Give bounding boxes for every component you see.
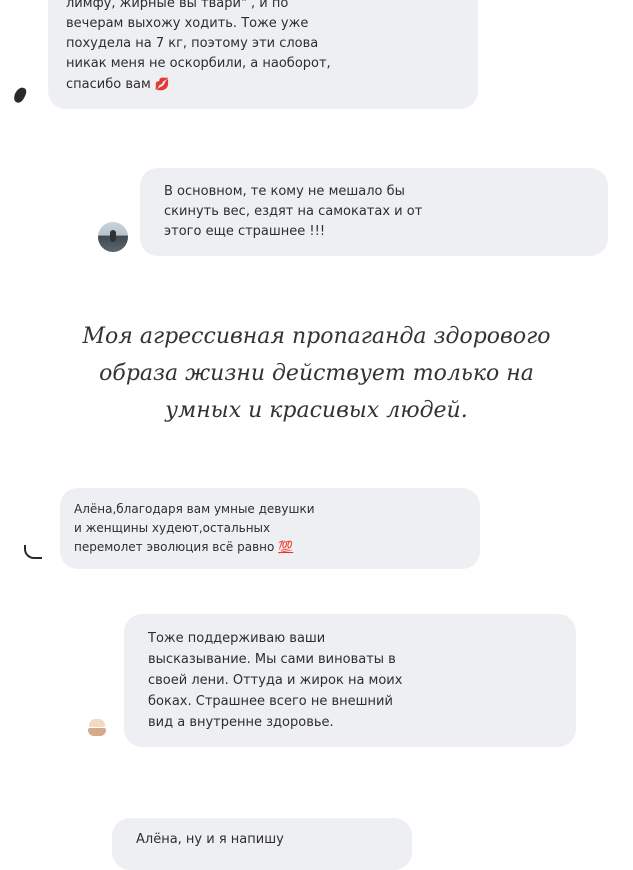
message-line: лимфу, жирные вы твари" , и по xyxy=(66,0,289,11)
message-line: вечерам выхожу ходить. Тоже уже xyxy=(66,16,309,31)
message-line: вид а внутренне здоровье. xyxy=(148,715,334,730)
message-line: Тоже поддерживаю ваши xyxy=(148,631,326,646)
cake-avatar-icon xyxy=(89,719,105,727)
message-bubble: В основном, те кому не мешало бы скинуть… xyxy=(140,168,608,256)
sketch-avatar-icon xyxy=(24,545,42,559)
photo-avatar-icon xyxy=(110,230,116,242)
message-line: своей лени. Оттуда и жирок на моих xyxy=(148,673,403,688)
message-line: похудела на 7 кг, поэтому эти слова xyxy=(66,36,319,51)
kiss-lips-icon: 💋 xyxy=(154,77,170,91)
message-line: Алёна,благодаря вам умные девушки xyxy=(74,502,315,516)
bird-avatar-icon xyxy=(12,85,28,105)
caption-line: образа жизни действует только на xyxy=(99,361,534,386)
message-bubble: Тоже поддерживаю ваши высказывание. Мы с… xyxy=(124,614,576,747)
message-line: никак меня не оскорбили, а наоборот, xyxy=(66,56,331,71)
message-1: лимфу, жирные вы твари" , и по вечерам в… xyxy=(6,0,478,109)
message-line: и женщины худеют,остальных xyxy=(74,521,271,535)
caption-text: Моя агрессивная пропаганда здорового обр… xyxy=(0,318,633,429)
user-avatar[interactable] xyxy=(18,535,48,565)
user-avatar[interactable] xyxy=(98,222,128,252)
user-avatar[interactable] xyxy=(82,713,112,743)
message-2: В основном, те кому не мешало бы скинуть… xyxy=(98,168,608,256)
message-4: Тоже поддерживаю ваши высказывание. Мы с… xyxy=(82,614,576,747)
message-line: перемолет эволюция всё равно xyxy=(74,540,275,554)
message-line: спасибо вам xyxy=(66,77,151,92)
caption-line: умных и красивых людей. xyxy=(165,398,468,423)
message-bubble: Алёна, ну и я напишу xyxy=(112,818,412,870)
message-line: этого еще страшнее !!! xyxy=(164,224,326,239)
message-line: высказывание. Мы сами виноваты в xyxy=(148,652,396,667)
message-line: В основном, те кому не мешало бы xyxy=(164,184,405,199)
message-3: Алёна,благодаря вам умные девушки и женщ… xyxy=(18,488,480,569)
hundred-points-icon: 💯 xyxy=(278,540,294,554)
caption-line: Моя агрессивная пропаганда здорового xyxy=(82,324,551,349)
message-bubble: Алёна,благодаря вам умные девушки и женщ… xyxy=(60,488,480,569)
message-bubble: лимфу, жирные вы твари" , и по вечерам в… xyxy=(48,0,478,109)
message-5: Алёна, ну и я напишу xyxy=(112,818,412,870)
message-line: скинуть вес, ездят на самокатах и от xyxy=(164,204,423,219)
message-line: Алёна, ну и я напишу xyxy=(136,832,284,847)
message-line: боках. Страшнее всего не внешний xyxy=(148,694,393,709)
user-avatar[interactable] xyxy=(6,79,36,109)
